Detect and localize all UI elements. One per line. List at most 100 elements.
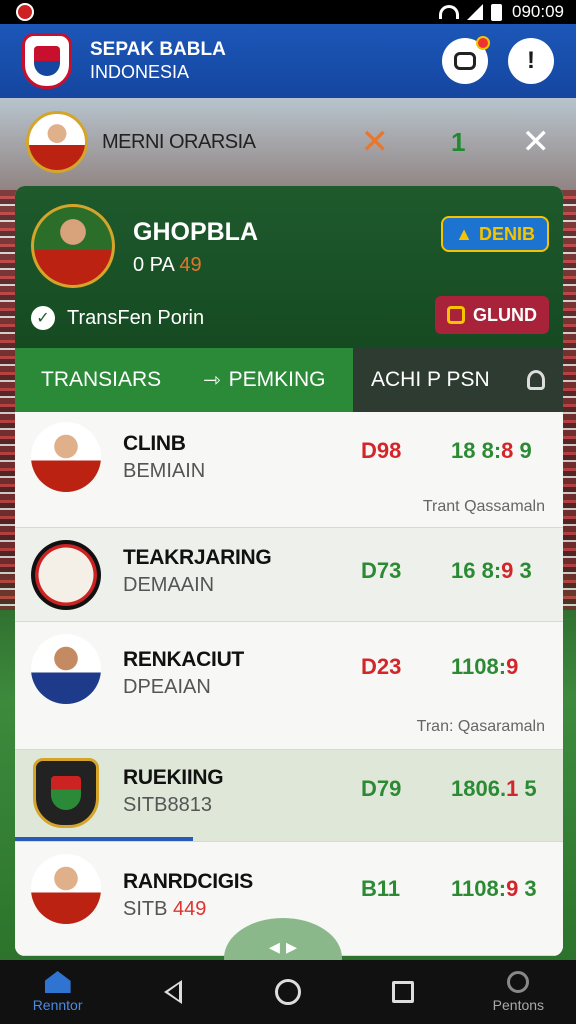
detail-label: DENIB — [478, 223, 535, 244]
nav-home-button[interactable] — [243, 979, 333, 1005]
people-icon — [507, 971, 530, 993]
nav-back[interactable] — [128, 980, 218, 1004]
chat-button[interactable] — [442, 36, 490, 84]
club-number: 449 — [173, 898, 207, 920]
player-club: DEMAAIN — [123, 574, 215, 596]
wifi-icon — [439, 5, 459, 19]
club-text: SITB — [123, 898, 174, 920]
player-name: RANRDCIGIS — [123, 870, 254, 893]
nav-people-label: Pentons — [492, 997, 545, 1013]
player-score: 18 8:8 9 — [451, 438, 532, 464]
player-value: B11 — [361, 876, 401, 901]
featured-name: GHOPBLA — [133, 218, 258, 246]
featured-player: GHOPBLA 0 PA 49 ✓ TransFen Porin ▲ DENIB… — [15, 186, 563, 348]
transfer-card: GHOPBLA 0 PA 49 ✓ TransFen Porin ▲ DENIB… — [15, 186, 563, 956]
score-part-c: 9 — [513, 438, 532, 463]
player-club: BEMIAIN — [123, 460, 206, 482]
glund-label: GLUND — [473, 304, 537, 325]
app-header: SEPAK BABLA INDONESIA ! — [0, 24, 576, 98]
player-name: TEAKRJARING — [123, 546, 272, 569]
score-part-c: 3 — [518, 876, 537, 901]
clock: 090:09 — [512, 2, 564, 21]
player-score: 1806.1 5 — [451, 776, 537, 802]
player-score: 16 8:9 3 — [451, 558, 532, 584]
player-avatar — [31, 854, 101, 924]
recents-icon — [392, 981, 415, 1003]
tab-achi-psn[interactable]: ACHI P PSN — [353, 348, 563, 412]
player-value: D23 — [361, 654, 402, 679]
match-name: MERNI ORARSIA — [102, 130, 256, 153]
tab-transiars[interactable]: TRANSIARS — [15, 348, 175, 412]
player-value: D98 — [361, 438, 402, 463]
tab-pemking[interactable]: ⇾ PEMKING — [175, 348, 353, 412]
player-name: RUEKIING — [123, 766, 224, 789]
match-row[interactable]: MERNI ORARSIA ✕ 1 ✕ — [0, 100, 576, 184]
featured-sub-prefix: 0 PA — [133, 254, 174, 276]
score-part-c: 3 — [513, 558, 532, 583]
battery-icon — [491, 3, 502, 21]
player-club: DPEAIAN — [123, 676, 211, 698]
score-part-a: 16 8: — [451, 558, 502, 583]
player-score: 1108:9 3 — [451, 876, 537, 902]
score-part-b: 9 — [506, 876, 519, 901]
player-value: D73 — [361, 558, 402, 583]
chat-icon — [454, 52, 476, 70]
score-part-a: 18 8: — [451, 438, 502, 463]
score-part-b: 9 — [506, 654, 519, 679]
score-part-b: 9 — [501, 558, 514, 583]
player-score: 1108:9 — [451, 654, 518, 680]
list-item[interactable]: TEAKRJARING DEMAAIN D73 16 8:9 3 — [15, 528, 563, 622]
x-mark-icon[interactable]: ✕ — [361, 122, 390, 162]
detail-button[interactable]: ▲ DENIB — [441, 216, 549, 252]
club-crest — [33, 758, 99, 828]
match-avatar — [26, 111, 88, 173]
tab-label: ACHI P PSN — [371, 368, 490, 391]
bottom-navbar: Renntor Pentons — [0, 960, 576, 1024]
list-item[interactable]: RENKACIUT DPEAIAN D23 1108:9 Tran: Qasar… — [15, 622, 563, 750]
featured-avatar — [31, 204, 115, 288]
tab-label: PEMKING — [228, 368, 326, 391]
notification-dot — [476, 36, 490, 50]
alert-button[interactable]: ! — [508, 38, 554, 84]
player-team: Trant Qassamaln — [422, 498, 545, 515]
tab-bar: TRANSIARS ⇾ PEMKING ACHI P PSN — [15, 348, 563, 412]
score-part-b: 8 — [501, 438, 514, 463]
check-icon: ✓ — [31, 306, 55, 330]
player-name: CLINB — [123, 432, 186, 455]
featured-sub-number: 49 — [179, 254, 202, 276]
progress-line — [15, 837, 193, 841]
list-item[interactable]: CLINB BEMIAIN D98 18 8:8 9 Trant Qassama… — [15, 412, 563, 528]
home-circle-icon — [274, 979, 301, 1005]
nav-recents[interactable] — [358, 981, 448, 1003]
player-value: D79 — [361, 776, 402, 801]
status-bar: 090:09 — [0, 0, 576, 24]
home-icon — [44, 971, 71, 993]
player-club: SITB 449 — [123, 898, 206, 921]
user-icon[interactable] — [527, 370, 545, 390]
arrow-icon: ⇾ — [203, 368, 221, 392]
score-part-c: 5 — [518, 776, 537, 801]
alert-icon: ! — [527, 47, 535, 74]
app-title: SEPAK BABLA INDONESIA — [90, 39, 226, 83]
score-part-a: 1108: — [451, 654, 507, 679]
player-name: RENKACIUT — [123, 648, 244, 671]
nav-people[interactable]: Pentons — [473, 971, 563, 1013]
close-icon[interactable]: ✕ — [522, 122, 551, 162]
match-score: 1 — [451, 126, 466, 157]
app-logo[interactable] — [22, 33, 72, 89]
score-part-b: 1 — [506, 776, 519, 801]
signal-icon — [467, 4, 483, 20]
glund-button[interactable]: GLUND — [435, 296, 549, 334]
player-list: CLINB BEMIAIN D98 18 8:8 9 Trant Qassama… — [15, 412, 563, 956]
player-club: SITB8813 — [123, 794, 212, 816]
featured-subtitle: 0 PA 49 — [133, 254, 202, 277]
app-title-line1: SEPAK BABLA — [90, 39, 226, 60]
back-icon — [163, 980, 182, 1004]
player-avatar — [31, 422, 101, 492]
tab-label: TRANSIARS — [41, 368, 162, 391]
nav-home[interactable]: Renntor — [13, 971, 103, 1013]
nav-home-label: Renntor — [32, 997, 83, 1013]
list-item[interactable]: RUEKIING SITB8813 D79 1806.1 5 — [15, 750, 563, 842]
player-avatar — [31, 634, 101, 704]
app-notification-icon — [16, 3, 34, 21]
